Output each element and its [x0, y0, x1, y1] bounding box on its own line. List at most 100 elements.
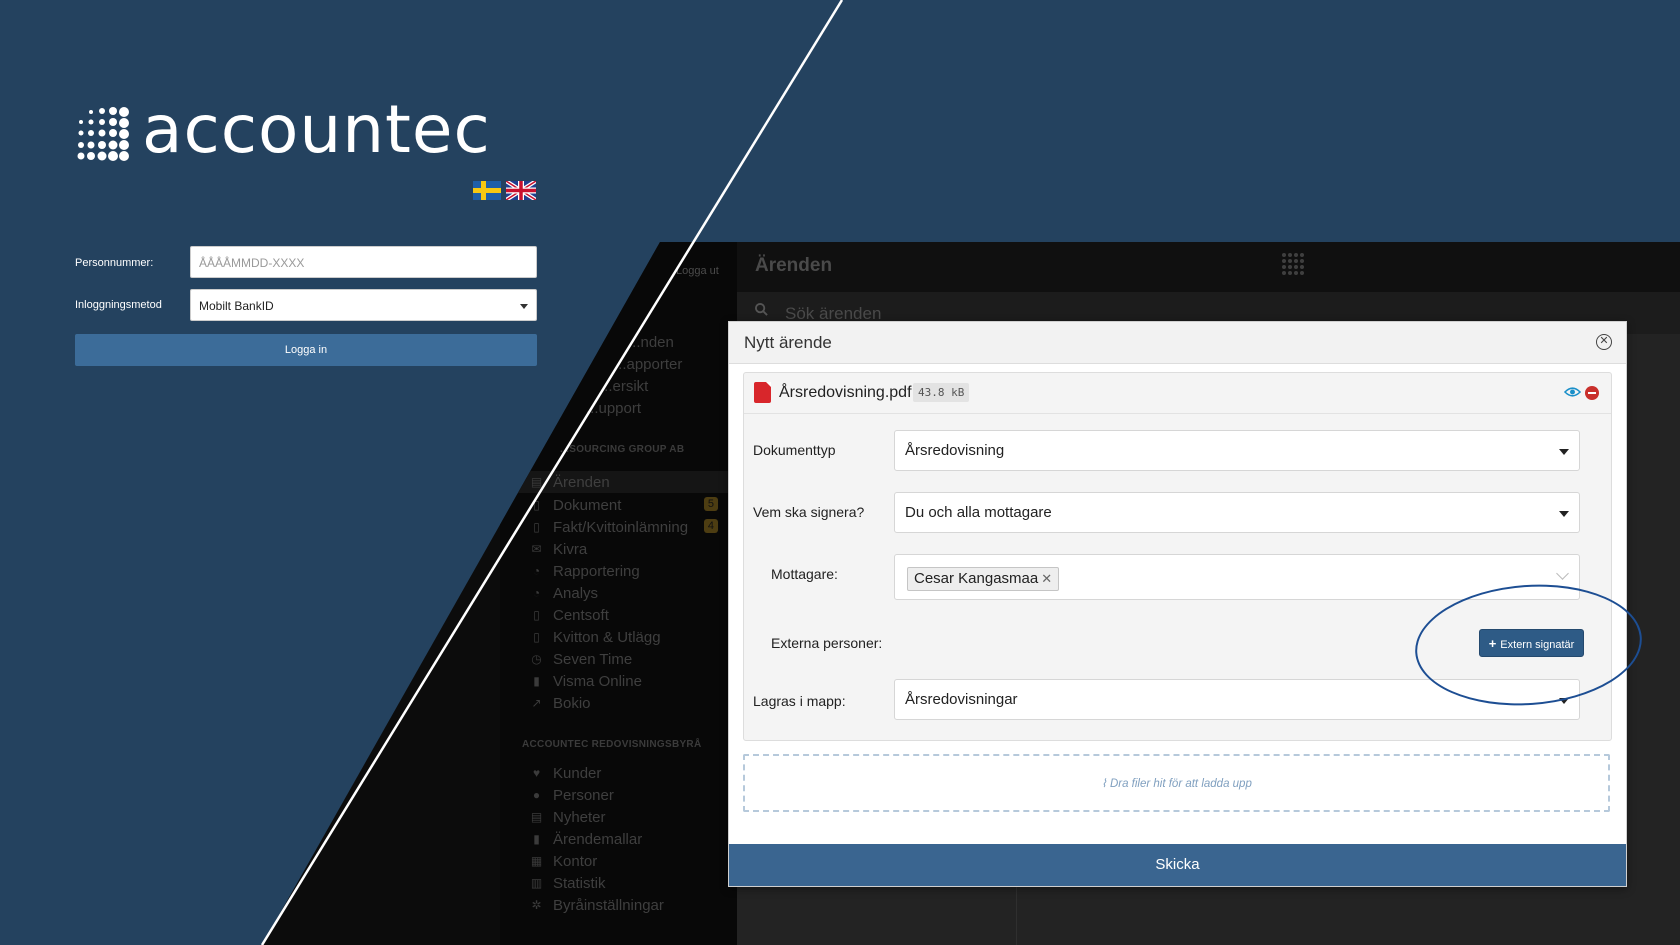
remove-icon[interactable] — [1585, 386, 1599, 400]
pie-chart-icon: ◔ — [532, 563, 541, 578]
doc-type-label: Dokumenttyp — [753, 442, 836, 458]
sidebar-item-visma[interactable]: ▮ Visma Online — [530, 670, 730, 692]
sidebar-item-bokio[interactable]: ↗ Bokio — [530, 692, 730, 714]
sidebar-group-header[interactable]: ...SOURCING GROUP AB — [560, 444, 684, 455]
cases-icon: ▤ — [530, 474, 543, 489]
sv-flag-icon[interactable] — [473, 181, 501, 200]
sidebar-item-kivra[interactable]: ✉ Kivra — [530, 538, 730, 560]
news-icon: ▤ — [530, 809, 543, 824]
logout-link[interactable]: Logga ut — [676, 265, 719, 277]
sidebar-item-kvitton[interactable]: ▯ Kvitton & Utlägg — [530, 626, 730, 648]
sidebar-item-dokument[interactable]: ▯ Dokument 5 — [530, 494, 730, 516]
login-method-select[interactable]: Mobilt BankID — [190, 289, 537, 321]
recipient-select[interactable]: Cesar Kangasmaa ✕ — [894, 554, 1580, 600]
sidebar-item-statistik[interactable]: ▥ Statistik — [530, 872, 730, 894]
close-icon[interactable]: ✕ — [1596, 334, 1612, 350]
sidebar-item-nyheter[interactable]: ▤ Nyheter — [530, 806, 730, 828]
mail-icon: ✉ — [531, 541, 542, 556]
logo-icon — [1282, 253, 1304, 275]
uk-flag-icon[interactable] — [506, 181, 536, 200]
file-size: 43.8 kB — [913, 383, 970, 402]
file-name[interactable]: Årsredovisning.pdf — [779, 384, 912, 402]
caret-down-icon — [1559, 698, 1569, 704]
sidebar-item-kontor[interactable]: ▦ Kontor — [530, 850, 730, 872]
sidebar-item-label: Fakt/Kvittoinlämning — [553, 518, 689, 536]
signer-value: Du och alla mottagare — [905, 504, 1052, 521]
pie-chart-icon: ◔ — [532, 585, 541, 600]
page-title: Ärenden — [755, 255, 833, 276]
sidebar-top-item[interactable]: ...apporter — [614, 356, 682, 373]
search-icon — [755, 303, 768, 316]
file-icon: ▯ — [533, 629, 540, 644]
personnummer-input[interactable]: ÅÅÅÅMMDD-XXXX — [190, 246, 537, 278]
sidebar-item-fakt[interactable]: ▯ Fakt/Kvittoinlämning 4 — [530, 516, 730, 538]
clock-icon: ◷ — [531, 651, 542, 666]
sidebar-top-item[interactable]: ...ersikt — [600, 378, 648, 395]
user-icon: ● — [532, 787, 541, 802]
sidebar-item-kunder[interactable]: ♥ Kunder — [530, 762, 730, 784]
recipient-label: Mottagare: — [771, 566, 838, 582]
sidebar-item-label: Statistik — [553, 874, 606, 892]
heart-icon: ♥ — [532, 765, 541, 780]
file-row: Årsredovisning.pdf 43.8 kB — [744, 373, 1611, 414]
paperclip-icon: ⌇ — [1101, 778, 1110, 790]
sidebar-item-label: Kunder — [553, 764, 602, 782]
send-button[interactable]: Skicka — [729, 844, 1626, 886]
caret-down-icon — [520, 304, 528, 309]
file-drop-zone[interactable]: ⌇ Dra filer hit för att ladda upp — [743, 754, 1610, 812]
sidebar-item-seven-time[interactable]: ◷ Seven Time — [530, 648, 730, 670]
caret-down-icon — [1559, 511, 1569, 517]
drop-zone-text: ⌇ Dra filer hit för att ladda upp — [745, 776, 1608, 790]
caret-down-icon — [1559, 449, 1569, 455]
sidebar-item-personer[interactable]: ● Personer — [530, 784, 730, 806]
external-label: Externa personer: — [771, 635, 883, 651]
bar-chart-icon: ▥ — [530, 875, 543, 890]
signer-select[interactable]: Du och alla mottagare — [894, 492, 1580, 533]
bookmark-icon: ▮ — [533, 831, 540, 846]
signer-label: Vem ska signera? — [753, 504, 865, 520]
sidebar-item-byrainstallningar[interactable]: ✲ Byråinställningar — [530, 894, 730, 916]
sidebar-item-label: Seven Time — [553, 650, 633, 668]
sidebar-item-arenden[interactable]: ▤ Ärenden — [500, 471, 737, 493]
sidebar-item-rapportering[interactable]: ◔ Rapportering — [530, 560, 730, 582]
plus-icon: + — [1488, 636, 1497, 651]
pdf-icon — [754, 382, 771, 403]
count-badge: 4 — [703, 519, 718, 533]
sidebar-top-item[interactable]: ...nden — [628, 334, 674, 351]
sidebar-item-label: Bokio — [553, 694, 591, 712]
sidebar-item-label: Kivra — [553, 540, 588, 558]
document-card: Årsredovisning.pdf 43.8 kB Dokumenttyp Å… — [743, 372, 1612, 741]
sidebar-item-label: Nyheter — [553, 808, 606, 826]
sidebar-item-label: Ärendemallar — [553, 830, 643, 848]
doc-type-value: Årsredovisning — [905, 442, 1005, 459]
brand-name: accountec — [142, 91, 491, 168]
eye-icon[interactable] — [1564, 386, 1581, 398]
sidebar-item-analys[interactable]: ◔ Analys — [530, 582, 730, 604]
personnummer-placeholder: ÅÅÅÅMMDD-XXXX — [199, 256, 305, 270]
document-icon: ▯ — [533, 497, 540, 512]
accountec-logo-icon — [77, 107, 129, 161]
sidebar-item-label: Ärenden — [553, 473, 610, 491]
sidebar-item-centsoft[interactable]: ▯ Centsoft — [530, 604, 730, 626]
recipient-tag-label: Cesar Kangasmaa — [914, 570, 1039, 587]
file-icon: ▯ — [533, 519, 540, 534]
sidebar-item-label: Centsoft — [553, 606, 609, 624]
book-icon: ▮ — [533, 673, 540, 688]
gear-icon: ✲ — [531, 897, 542, 912]
external-link-icon: ↗ — [531, 695, 542, 710]
folder-label: Lagras i mapp: — [753, 693, 846, 709]
login-method-label: Inloggningsmetod — [75, 299, 162, 311]
add-external-signer-label: Extern signatär — [1500, 639, 1575, 651]
sidebar-item-label: Rapportering — [553, 562, 640, 580]
sidebar-item-arendemallar[interactable]: ▮ Ärendemallar — [530, 828, 730, 850]
sidebar-top-item[interactable]: ...upport — [586, 400, 641, 417]
sidebar-item-label: Visma Online — [553, 672, 642, 690]
add-external-signer-button[interactable]: + Extern signatär — [1479, 629, 1584, 657]
remove-tag-icon[interactable]: ✕ — [1041, 571, 1052, 586]
sidebar-group-header[interactable]: ACCOUNTEC REDOVISNINGSBYRÅ — [522, 739, 701, 750]
doc-type-select[interactable]: Årsredovisning — [894, 430, 1580, 471]
app-header: Ärenden — [737, 242, 1680, 292]
building-icon: ▦ — [530, 853, 543, 868]
login-button[interactable]: Logga in — [75, 334, 537, 366]
folder-select[interactable]: Årsredovisningar — [894, 679, 1580, 720]
